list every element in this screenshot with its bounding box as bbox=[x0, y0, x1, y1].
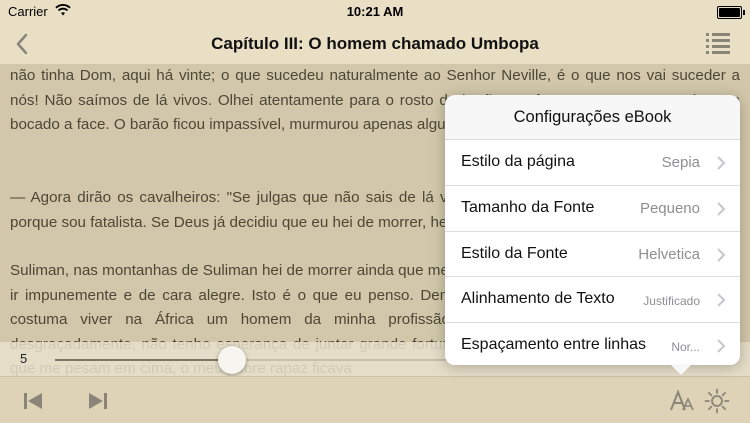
ebook-settings-popover: Configurações eBook Estilo da página Sep… bbox=[445, 95, 740, 365]
page-style-row[interactable]: Estilo da página Sepia bbox=[445, 140, 740, 186]
chevron-right-icon bbox=[717, 202, 726, 216]
skip-next-icon[interactable] bbox=[85, 388, 111, 414]
font-size-value: Pequeno bbox=[639, 199, 700, 217]
status-bar: Carrier 10:21 AM bbox=[0, 0, 750, 24]
chevron-right-icon bbox=[717, 339, 726, 353]
popover-title: Configurações eBook bbox=[445, 95, 740, 140]
popover-arrow bbox=[670, 364, 692, 375]
status-time: 10:21 AM bbox=[346, 4, 404, 19]
chevron-right-icon bbox=[717, 247, 726, 262]
page-slider-fill bbox=[55, 359, 232, 361]
battery-icon bbox=[717, 6, 745, 19]
chapter-title: Capítulo III: O homem chamado Umbopa bbox=[211, 34, 539, 53]
text-alignment-value: Justificado bbox=[643, 294, 700, 309]
text-alignment-row[interactable]: Alinhamento de Texto Justificado bbox=[445, 277, 740, 324]
navigation-bar: Capítulo III: O homem chamado Umbopa bbox=[0, 24, 750, 65]
brightness-icon[interactable] bbox=[704, 388, 730, 414]
text-alignment-label: Alinhamento de Texto bbox=[461, 290, 615, 308]
line-spacing-label: Espaçamento entre linhas bbox=[461, 336, 646, 354]
bottom-toolbar bbox=[0, 376, 750, 423]
page-slider-thumb[interactable] bbox=[217, 346, 246, 374]
line-spacing-row[interactable]: Espaçamento entre linhas Nor... bbox=[445, 323, 740, 365]
font-style-row[interactable]: Estilo da Fonte Helvetica bbox=[445, 231, 740, 278]
page-style-value: Sepia bbox=[661, 154, 700, 171]
font-size-row[interactable]: Tamanho da Fonte Pequeno bbox=[445, 185, 740, 232]
skip-previous-icon[interactable] bbox=[20, 388, 46, 414]
chevron-right-icon bbox=[717, 156, 726, 170]
line-spacing-value: Nor... bbox=[671, 340, 700, 355]
font-size-icon[interactable] bbox=[669, 388, 695, 414]
page-style-label: Estilo da página bbox=[461, 153, 575, 170]
toc-list-icon[interactable] bbox=[704, 30, 732, 58]
chevron-right-icon bbox=[717, 293, 726, 308]
font-size-label: Tamanho da Fonte bbox=[461, 198, 595, 216]
font-style-value: Helvetica bbox=[638, 245, 700, 263]
page-number: 5 bbox=[20, 351, 28, 366]
font-style-label: Estilo da Fonte bbox=[461, 244, 568, 262]
